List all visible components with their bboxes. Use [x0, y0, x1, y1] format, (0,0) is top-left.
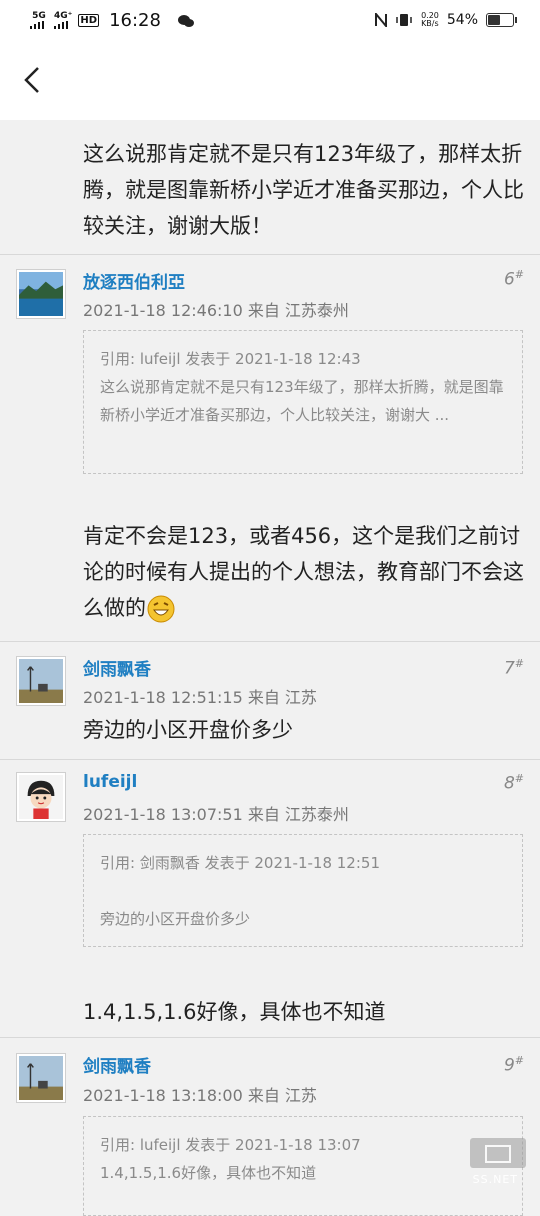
post-meta: 2021-1-18 12:46:10 来自 江苏泰州 [83, 301, 349, 320]
avatar[interactable] [16, 269, 66, 319]
floor-number: 6# [503, 268, 524, 290]
nav-bar [0, 42, 540, 120]
quote-body: 旁边的小区开盘价多少 [100, 910, 251, 928]
quote-header: 引用: 剑雨飘香 发表于 2021-1-18 12:51 [100, 854, 380, 872]
quote-block: 引用: 剑雨飘香 发表于 2021-1-18 12:51 旁边的小区开盘价多少 [83, 834, 523, 947]
post-meta: 2021-1-18 13:18:00 来自 江苏 [83, 1086, 317, 1105]
quote-header: 引用: lufeijl 发表于 2021-1-18 13:07 [100, 1136, 361, 1154]
signal-icon [54, 21, 69, 29]
tower-avatar-icon [19, 659, 63, 703]
floor-number: 9# [503, 1054, 524, 1076]
nfc-icon [375, 13, 388, 27]
status-left: 5G 4G⁺ HD 16:28 [30, 10, 195, 31]
author-name[interactable]: lufeijl [83, 772, 137, 792]
post-body-top: 这么说那肯定就不是只有123年级了，那样太折腾，就是图靠新桥小学近才准备买那边，… [83, 142, 524, 238]
floor-number: 8# [503, 772, 524, 794]
avatar[interactable] [16, 656, 66, 706]
post-meta: 2021-1-18 13:07:51 来自 江苏泰州 [83, 805, 349, 824]
battery-percent: 54% [446, 12, 478, 28]
divider [0, 759, 540, 760]
post-body: 1.4,1.5,1.6好像，具体也不知道 [83, 1000, 386, 1024]
back-button[interactable] [18, 62, 48, 98]
tower-avatar-icon [19, 1056, 63, 1100]
divider [0, 641, 540, 642]
status-right: 0.20 KB/s 54% [375, 12, 517, 28]
hd-badge: HD [78, 14, 100, 27]
quote-body: 1.4,1.5,1.6好像，具体也不知道 [100, 1164, 317, 1182]
vibrate-icon [396, 14, 412, 26]
grin-emoji-icon [147, 595, 175, 623]
speed-unit: KB/s [421, 19, 439, 28]
battery-icon [486, 13, 517, 27]
chevron-left-icon [24, 67, 39, 93]
net-label-5g: 5G [32, 11, 46, 21]
landscape-avatar-icon [19, 272, 63, 316]
wechat-icon [177, 14, 194, 27]
quote-header: 引用: lufeijl 发表于 2021-1-18 12:43 [100, 350, 361, 368]
network-speed: 0.20 KB/s [421, 12, 439, 28]
status-bar: 5G 4G⁺ HD 16:28 0.20 KB/s 54% [0, 0, 540, 42]
avatar[interactable] [16, 772, 66, 822]
battery-fill [488, 15, 500, 25]
signal-icon [30, 21, 44, 29]
thread-content: 这么说那肯定就不是只有123年级了，那样太折腾，就是图靠新桥小学近才准备买那边，… [0, 120, 540, 1216]
signal-4g: 4G⁺ [54, 12, 72, 29]
post-body: 肯定不会是123，或者456，这个是我们之前讨论的时候有人提出的个人想法，教育部… [83, 518, 533, 626]
floor-value: 7 [503, 658, 515, 679]
floor-value: 8 [503, 773, 515, 794]
quote-block: 引用: lufeijl 发表于 2021-1-18 12:43 这么说那肯定就不… [83, 330, 523, 474]
floor-value: 9 [503, 1055, 515, 1076]
signal-5g: 5G [30, 12, 48, 29]
avatar[interactable] [16, 1053, 66, 1103]
quote-block: 引用: lufeijl 发表于 2021-1-18 13:07 1.4,1.5,… [83, 1116, 523, 1216]
author-name[interactable]: 剑雨飘香 [83, 1052, 151, 1077]
watermark-text: SS.NET [472, 1173, 518, 1186]
post-body: 旁边的小区开盘价多少 [83, 718, 293, 742]
post-meta: 2021-1-18 12:51:15 来自 江苏 [83, 688, 317, 707]
divider [0, 254, 540, 255]
floor-number: 7# [503, 657, 524, 679]
net-label-4g: 4G⁺ [54, 11, 73, 21]
divider [0, 1037, 540, 1038]
floor-value: 6 [503, 269, 515, 290]
clock: 16:28 [109, 10, 161, 31]
author-name[interactable]: 剑雨飘香 [83, 655, 151, 680]
author-name[interactable]: 放逐西伯利亞 [83, 268, 185, 293]
cartoon-avatar-icon [19, 775, 63, 819]
quote-body: 这么说那肯定就不是只有123年级了，那样太折腾，就是图靠新桥小学近才准备买那边，… [100, 378, 504, 424]
